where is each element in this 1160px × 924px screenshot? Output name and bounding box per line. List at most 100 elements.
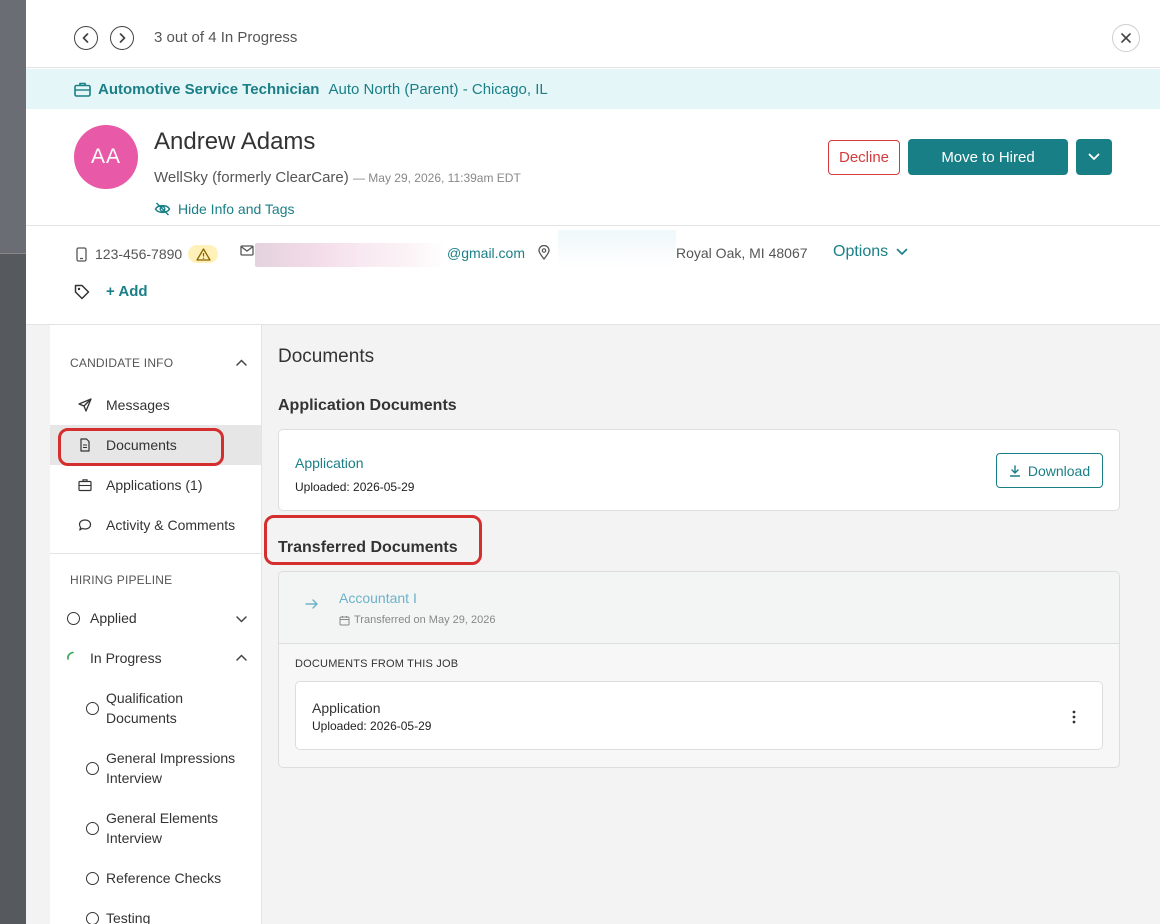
contact-info-bar: 123-456-7890 @gmail.com Royal Oak, MI 48… <box>26 225 1160 325</box>
email-suffix: @gmail.com <box>447 245 526 261</box>
download-label: Download <box>1027 462 1091 479</box>
candidate-name: Andrew Adams <box>154 128 316 155</box>
previous-candidate-button[interactable] <box>74 26 98 50</box>
transferred-document-name: Application <box>312 700 381 716</box>
job-location: Auto North (Parent) - Chicago, IL <box>328 80 548 98</box>
transferred-document-card: Application Uploaded: 2026-05-29 <box>295 681 1103 750</box>
email-icon <box>240 245 254 256</box>
main-body: CANDIDATE INFO Messages Documents Applic… <box>26 325 1160 924</box>
send-icon <box>78 398 92 412</box>
candidate-panel: 3 out of 4 In Progress Automotive Servic… <box>26 0 1160 924</box>
transfer-date-text: Transferred on May 29, 2026 <box>354 614 496 626</box>
transferred-job-link[interactable]: Accountant I <box>339 590 417 606</box>
documents-from-job-label: DOCUMENTS FROM THIS JOB <box>295 658 459 670</box>
stage-status-icon <box>86 822 99 835</box>
transferred-highlight-annotation <box>264 515 482 565</box>
next-candidate-button[interactable] <box>110 26 134 50</box>
application-document-card: Application Uploaded: 2026-05-29 Downloa… <box>278 429 1120 511</box>
phone-info: 123-456-7890 <box>76 245 219 263</box>
hiring-pipeline-heading: HIRING PIPELINE <box>70 573 173 587</box>
address-redacted <box>558 230 676 268</box>
sidebar-item-applications[interactable]: Applications (1) <box>50 465 261 505</box>
stage-status-icon <box>67 612 80 625</box>
job-title-link[interactable]: Automotive Service Technician <box>98 81 319 98</box>
application-document-link[interactable]: Application <box>295 455 364 471</box>
close-icon <box>1121 33 1131 43</box>
eye-off-icon <box>154 202 171 216</box>
upload-date: Uploaded: 2026-05-29 <box>312 719 432 733</box>
sidebar-item-label: Activity & Comments <box>106 517 236 533</box>
backdrop <box>0 0 26 924</box>
candidate-source: WellSky (formerly ClearCare) <box>154 169 349 186</box>
candidate-position-count: 3 out of 4 In Progress <box>154 29 298 46</box>
backdrop-edge <box>0 0 26 254</box>
hide-info-toggle[interactable]: Hide Info and Tags <box>154 201 295 217</box>
transfer-date: Transferred on May 29, 2026 <box>339 614 495 626</box>
chevron-down-icon <box>896 248 908 255</box>
transferred-job-header: Accountant I Transferred on May 29, 2026 <box>279 572 1119 644</box>
calendar-icon <box>339 615 350 625</box>
pipeline-substage-testing[interactable]: Testing <box>106 908 150 924</box>
phone-warning-badge <box>188 245 219 263</box>
location-pin-icon <box>538 245 550 260</box>
chevron-up-icon[interactable] <box>236 654 247 661</box>
phone-number[interactable]: 123-456-7890 <box>95 246 182 262</box>
pipeline-substage-general-impressions[interactable]: General Impressions Interview <box>106 748 246 788</box>
chevron-up-icon[interactable] <box>236 359 247 366</box>
move-to-hired-button[interactable]: Move to Hired <box>908 139 1068 175</box>
upload-date: Uploaded: 2026-05-29 <box>295 480 415 494</box>
stage-status-icon <box>86 912 99 924</box>
pipeline-stage-in-progress[interactable]: In Progress <box>90 648 162 668</box>
pipeline-substage-qualification-documents[interactable]: Qualification Documents <box>106 688 226 728</box>
candidate-source-line: WellSky (formerly ClearCare) — May 29, 2… <box>154 169 521 186</box>
pipeline-substage-general-elements[interactable]: General Elements Interview <box>106 808 231 848</box>
stage-status-icon <box>86 872 99 885</box>
avatar: AA <box>74 125 138 189</box>
more-options-icon[interactable] <box>1072 710 1076 724</box>
sidebar-item-activity-comments[interactable]: Activity & Comments <box>50 505 261 545</box>
add-tag-button[interactable]: + Add <box>106 283 148 300</box>
in-progress-spinner-icon <box>67 651 74 660</box>
page-title: Documents <box>278 346 375 367</box>
sidebar-item-label: Messages <box>106 397 170 413</box>
sidebar-divider <box>50 553 261 554</box>
phone-icon <box>76 246 87 262</box>
address-text: Royal Oak, MI 48067 <box>676 245 808 261</box>
address-info: Royal Oak, MI 48067 <box>676 245 808 261</box>
hire-options-dropdown-button[interactable] <box>1076 139 1112 175</box>
application-documents-heading: Application Documents <box>278 397 457 414</box>
briefcase-icon <box>74 82 91 97</box>
chevron-down-icon <box>1088 153 1100 160</box>
transferred-job-card: Accountant I Transferred on May 29, 2026… <box>278 571 1120 768</box>
options-dropdown[interactable]: Options <box>833 243 908 261</box>
comment-icon <box>78 519 92 531</box>
stage-status-icon <box>86 702 99 715</box>
arrow-right-icon <box>305 599 318 609</box>
candidate-info-heading: CANDIDATE INFO <box>70 356 174 370</box>
sidebar-item-messages[interactable]: Messages <box>50 385 261 425</box>
pipeline-substage-reference-checks[interactable]: Reference Checks <box>106 868 221 888</box>
documents-highlight-annotation <box>58 428 224 466</box>
sidebar-item-label: Applications (1) <box>106 477 203 493</box>
pipeline-stage-applied[interactable]: Applied <box>90 608 137 628</box>
email-address[interactable]: @gmail.com <box>447 245 525 261</box>
stage-status-icon <box>86 762 99 775</box>
candidate-sidebar: CANDIDATE INFO Messages Documents Applic… <box>50 325 262 924</box>
warning-icon <box>196 247 211 261</box>
job-banner: Automotive Service Technician Auto North… <box>26 69 1160 109</box>
close-panel-button[interactable] <box>1112 24 1140 52</box>
briefcase-icon <box>78 479 92 492</box>
decline-button[interactable]: Decline <box>828 140 900 175</box>
applied-timestamp: — May 29, 2026, 11:39am EDT <box>352 171 521 185</box>
tags-row: + Add <box>74 283 148 300</box>
download-icon <box>1009 464 1021 477</box>
download-button[interactable]: Download <box>996 453 1103 488</box>
backdrop-edge-lower <box>0 254 26 924</box>
chevron-left-icon <box>82 33 89 43</box>
location-icon-wrap <box>538 245 558 260</box>
panel-topbar: 3 out of 4 In Progress <box>26 0 1160 68</box>
email-redacted <box>255 243 445 267</box>
options-label: Options <box>833 243 889 260</box>
chevron-right-icon <box>119 33 126 43</box>
chevron-down-icon[interactable] <box>236 616 247 623</box>
